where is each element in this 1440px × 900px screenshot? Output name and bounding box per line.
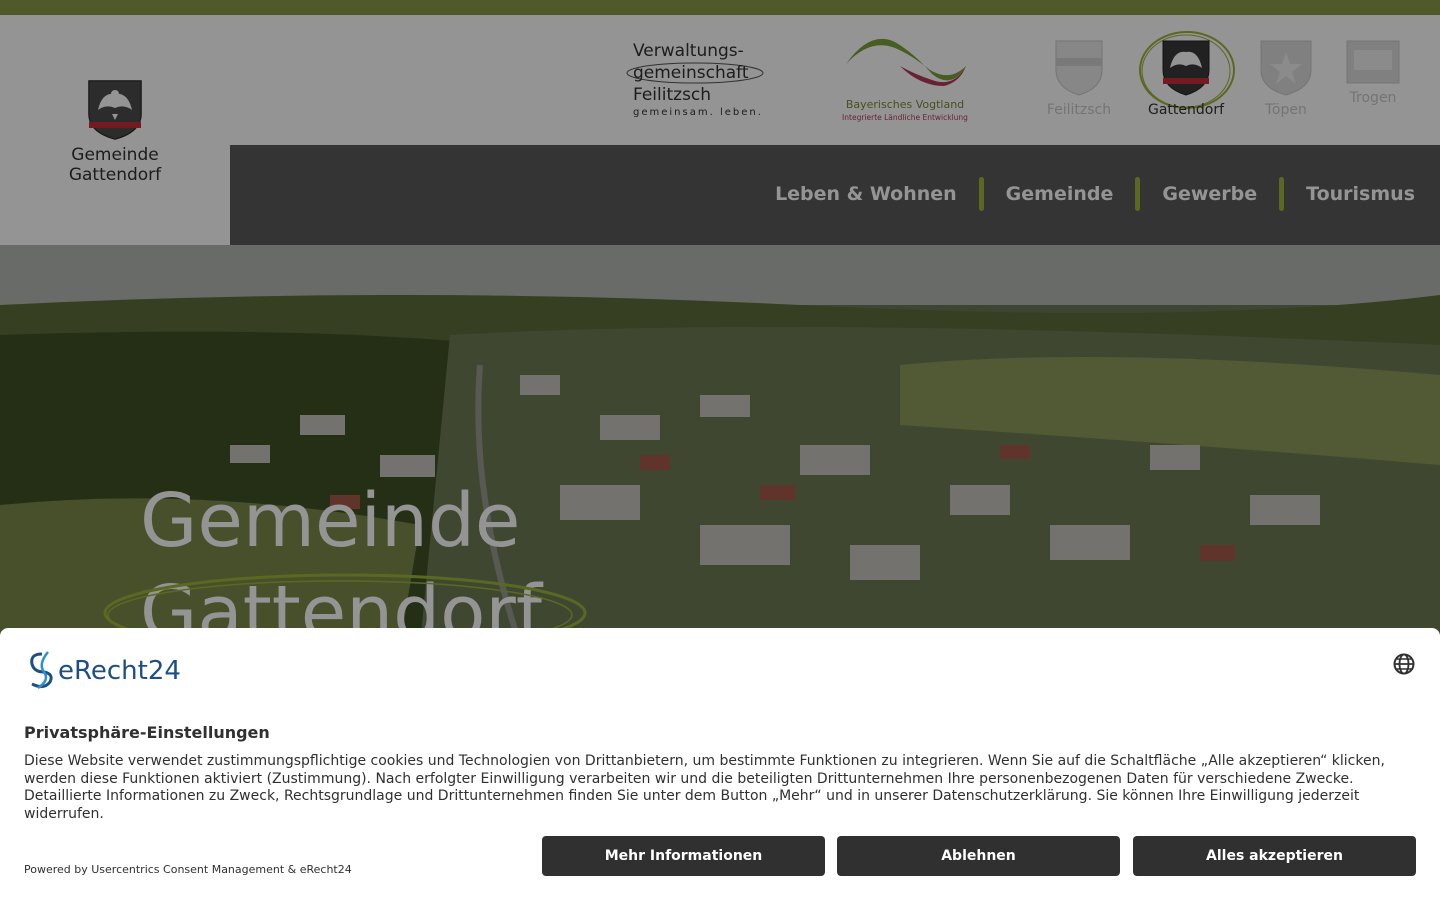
site-logo-name: Gemeinde Gattendorf <box>0 145 230 185</box>
town-link-trogen[interactable]: Trogen <box>1328 40 1418 106</box>
vg-logo-line-3: Feilitzsch <box>633 85 712 105</box>
consent-title: Privatsphäre-Einstellungen <box>24 723 270 742</box>
vg-feilitzsch-logo[interactable]: Verwaltungs- gemeinschaft Feilitzsch gem… <box>625 40 795 122</box>
erecht24-logo-text: eRecht24 <box>58 656 181 686</box>
cookie-consent-banner: eRecht24 Privatsphäre-Einstellungen Dies… <box>0 628 1440 900</box>
nav-separator <box>1279 177 1285 211</box>
hero-banner: Gemeinde Gattendorf <box>0 245 1440 645</box>
powered-by-link[interactable]: Powered by Usercentrics Consent Manageme… <box>24 863 352 876</box>
erecht24-logo: eRecht24 <box>24 650 194 694</box>
more-info-button[interactable]: Mehr Informationen <box>542 836 825 876</box>
nav-separator <box>978 177 984 211</box>
town-label: Gattendorf <box>1147 102 1225 118</box>
bv-logo-title: Bayerisches Vogtland <box>845 98 965 111</box>
wave-logo-icon <box>846 38 966 86</box>
town-label: Töpen <box>1265 102 1307 118</box>
main-navigation: Leben & Wohnen Gemeinde Gewerbe Tourismu… <box>230 145 1440 245</box>
town-link-gattendorf[interactable]: Gattendorf <box>1141 40 1231 118</box>
town-label: Trogen <box>1349 90 1397 106</box>
nav-menu: Leben & Wohnen Gemeinde Gewerbe Tourismu… <box>775 177 1415 211</box>
toepen-crest-icon <box>1260 40 1312 96</box>
logo-line-2: Gattendorf <box>68 165 162 185</box>
globe-icon[interactable] <box>1392 652 1416 676</box>
town-label: Feilitzsch <box>1046 102 1112 118</box>
erecht24-mark-icon <box>30 651 53 690</box>
top-accent-bar <box>0 0 1440 15</box>
nav-item-tourismus[interactable]: Tourismus <box>1306 183 1415 205</box>
deny-button[interactable]: Ablehnen <box>837 836 1120 876</box>
vg-logo-line-2: gemeinschaft <box>633 63 749 83</box>
hero-title-line-1: Gemeinde <box>140 478 521 564</box>
feilitzsch-crest-icon <box>1055 40 1103 96</box>
nav-separator <box>1135 177 1141 211</box>
town-link-feilitzsch[interactable]: Feilitzsch <box>1034 40 1124 118</box>
gattendorf-small-crest-icon <box>1162 40 1210 96</box>
consent-description: Diese Website verwendet zustimmungspflic… <box>24 753 1385 822</box>
town-link-toepen[interactable]: Töpen <box>1241 40 1331 118</box>
vg-logo-slogan: gemeinsam. leben. <box>633 107 763 118</box>
bayerisches-vogtland-logo[interactable]: Bayerisches Vogtland Integrierte Ländlic… <box>840 30 970 125</box>
nav-item-gemeinde[interactable]: Gemeinde <box>1006 183 1114 205</box>
trogen-crest-icon <box>1346 40 1400 84</box>
accept-all-button[interactable]: Alles akzeptieren <box>1133 836 1416 876</box>
site-logo[interactable]: Gemeinde Gattendorf <box>0 15 230 245</box>
logo-line-1: Gemeinde <box>71 145 159 165</box>
bv-logo-subtitle: Integrierte Ländliche Entwicklung <box>842 113 968 122</box>
nav-item-leben-wohnen[interactable]: Leben & Wohnen <box>775 183 957 205</box>
vg-logo-line-1: Verwaltungs- <box>633 41 744 61</box>
gattendorf-crest-icon <box>88 80 142 140</box>
nav-item-gewerbe[interactable]: Gewerbe <box>1162 183 1257 205</box>
